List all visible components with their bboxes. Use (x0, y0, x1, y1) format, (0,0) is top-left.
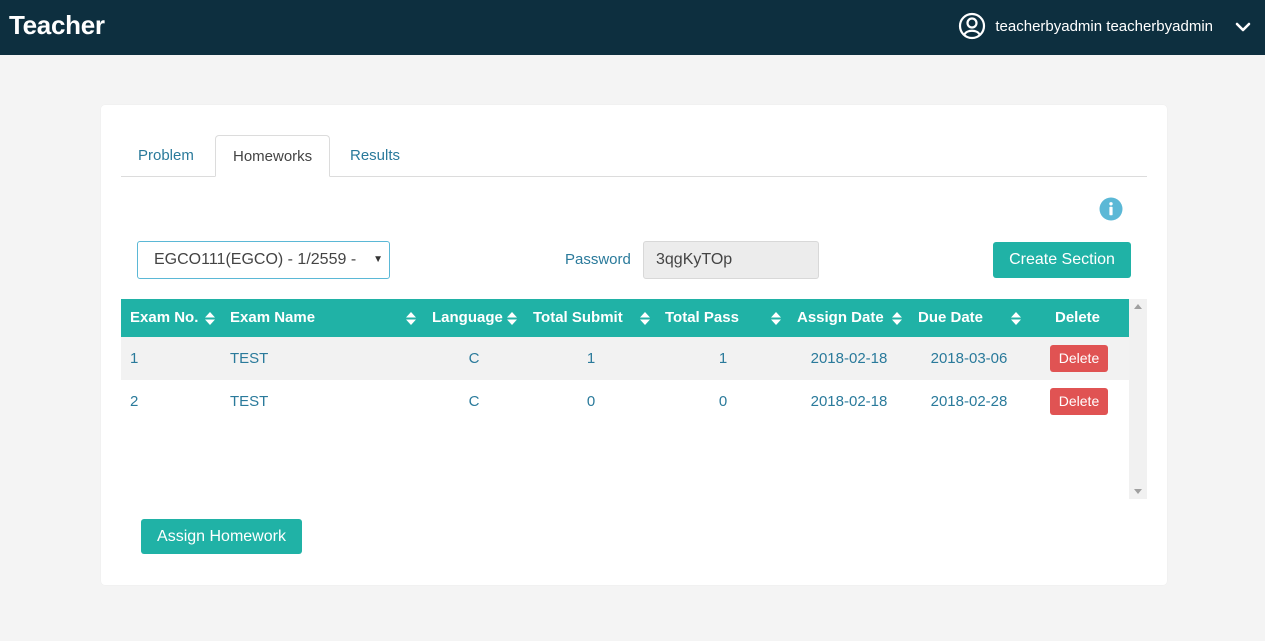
table-body: 1 TEST C 1 1 2018-02-18 2018-03-06 Delet… (121, 337, 1129, 499)
col-total-pass[interactable]: Total Pass (665, 299, 739, 337)
scroll-up-icon[interactable] (1134, 304, 1142, 309)
cell-total-submit: 0 (586, 393, 596, 410)
cell-due-date: 2018-03-06 (930, 350, 1008, 367)
sort-icon[interactable] (406, 312, 416, 325)
sort-icon[interactable] (771, 312, 781, 325)
cell-assign-date: 2018-02-18 (810, 350, 888, 367)
table-header: Exam No. Exam Name Language Total Submit… (121, 299, 1129, 337)
sort-icon[interactable] (507, 312, 517, 325)
sort-icon[interactable] (1011, 312, 1021, 325)
homework-table: Exam No. Exam Name Language Total Submit… (121, 299, 1147, 499)
select-caret-icon: ▼ (373, 254, 383, 265)
user-circle-icon (959, 12, 986, 40)
cell-exam-no: 1 (130, 350, 139, 367)
table-scrollbar[interactable] (1129, 299, 1147, 499)
tab-problem[interactable]: Problem (121, 135, 211, 177)
table-row: 2 TEST C 0 0 2018-02-18 2018-02-28 Delet… (121, 380, 1129, 423)
homework-card: Problem Homeworks Results EGCO111(EGCO) … (101, 105, 1167, 585)
brand-title: Teacher (9, 10, 105, 40)
delete-button[interactable]: Delete (1050, 345, 1108, 372)
assign-homework-button[interactable]: Assign Homework (141, 519, 302, 554)
user-menu[interactable]: teacherbyadmin teacherbyadmin (958, 11, 1213, 41)
delete-button[interactable]: Delete (1050, 388, 1108, 415)
tab-bar: Problem Homeworks Results (121, 135, 1147, 177)
table-row: 1 TEST C 1 1 2018-02-18 2018-03-06 Delet… (121, 337, 1129, 380)
user-name: teacherbyadmin teacherbyadmin (995, 17, 1213, 35)
password-field: 3qgKyTOp (643, 241, 819, 279)
sort-icon[interactable] (640, 312, 650, 325)
cell-exam-no: 2 (130, 393, 139, 410)
col-total-submit[interactable]: Total Submit (533, 299, 623, 337)
section-select[interactable]: EGCO111(EGCO) - 1/2559 - ▼ (137, 241, 390, 279)
sort-icon[interactable] (892, 312, 902, 325)
cell-assign-date: 2018-02-18 (810, 393, 888, 410)
cell-language: C (468, 393, 480, 410)
sort-icon[interactable] (205, 312, 215, 325)
chevron-down-icon[interactable] (1234, 18, 1252, 36)
create-section-button[interactable]: Create Section (993, 242, 1131, 278)
tab-results[interactable]: Results (333, 135, 417, 177)
cell-language: C (468, 350, 480, 367)
password-label: Password (565, 251, 631, 268)
col-exam-no[interactable]: Exam No. (130, 299, 198, 337)
top-navbar: Teacher teacherbyadmin teacherbyadmin (0, 0, 1265, 55)
cell-total-pass: 1 (718, 350, 728, 367)
col-delete: Delete (1055, 309, 1101, 326)
cell-total-pass: 0 (718, 393, 728, 410)
cell-total-submit: 1 (586, 350, 596, 367)
section-select-value: EGCO111(EGCO) - 1/2559 - (154, 251, 357, 268)
col-assign-date[interactable]: Assign Date (797, 299, 884, 337)
cell-exam-name: TEST (230, 393, 269, 410)
col-due-date[interactable]: Due Date (918, 299, 983, 337)
cell-due-date: 2018-02-28 (930, 393, 1008, 410)
col-exam-name[interactable]: Exam Name (230, 299, 315, 337)
tab-homeworks[interactable]: Homeworks (215, 135, 331, 177)
info-icon[interactable] (1099, 197, 1123, 221)
cell-exam-name: TEST (230, 350, 269, 367)
col-language[interactable]: Language (432, 299, 503, 337)
scroll-down-icon[interactable] (1134, 489, 1142, 494)
